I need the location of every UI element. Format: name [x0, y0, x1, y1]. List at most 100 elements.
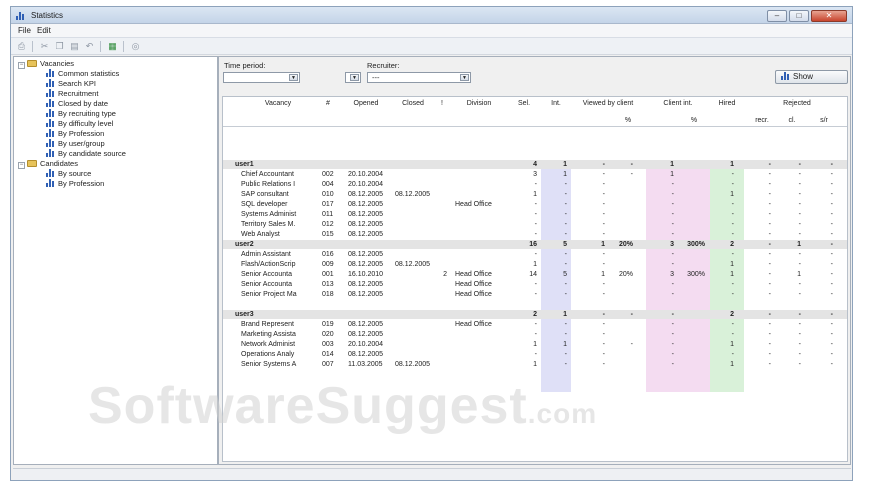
paste-icon[interactable]: ▤: [69, 41, 80, 52]
cell-opened: 08.12.2005: [348, 321, 384, 328]
cell-viewed: -: [602, 251, 605, 258]
table-row[interactable]: Senior Project Ma 018 08.12.2005 Head Offic…: [223, 290, 847, 299]
excel-export-icon[interactable]: ▦: [107, 41, 118, 52]
tree-node-candidates[interactable]: − Candidates: [18, 159, 78, 169]
tree-item-common-statistics[interactable]: Common statistics: [46, 69, 119, 79]
cell-opened: 08.12.2005: [348, 261, 384, 268]
tree-item-label: By difficulty level: [58, 119, 114, 128]
tree-item-by-candidate-source[interactable]: By candidate source: [46, 149, 126, 159]
group-total-viewed: 1: [601, 241, 605, 248]
cell-num: 010: [322, 191, 334, 198]
collapse-icon[interactable]: −: [18, 162, 25, 169]
cell-recr: -: [768, 321, 771, 328]
tree-item-closed-by-date[interactable]: Closed by date: [46, 99, 108, 109]
header-rejected-recr: recr.: [755, 117, 769, 124]
group-row-user1[interactable]: user1 4 1 - - 1 1 - - -: [223, 160, 847, 169]
cell-cl: -: [798, 361, 801, 368]
table-row[interactable]: Territory Sales M. 012 08.12.2005 - - - - - - - -: [223, 220, 847, 229]
chevron-down-icon[interactable]: ▼: [350, 74, 359, 81]
header-hired[interactable]: Hired: [710, 100, 744, 108]
cell-sel: -: [534, 231, 537, 238]
help-icon[interactable]: ◎: [130, 41, 141, 52]
group-row-user3[interactable]: user3 2 1 - - - 2 - - -: [223, 310, 847, 319]
cell-cl: -: [798, 251, 801, 258]
chart-icon: [46, 179, 55, 187]
table-row[interactable]: Chief Accountant 002 20.10.2004 3 1 - - 1 - - - -: [223, 170, 847, 179]
date-picker[interactable]: ▼: [345, 72, 361, 83]
minimize-button[interactable]: –: [767, 10, 787, 22]
header-priority[interactable]: !: [437, 100, 447, 108]
table-row[interactable]: Flash/ActionScrip 009 08.12.2005 08.12.2005…: [223, 260, 847, 269]
header-interviewed[interactable]: Int.: [543, 100, 569, 108]
copy-icon[interactable]: ❐: [54, 41, 65, 52]
tree-item-candidates-by-profession[interactable]: By Profession: [46, 179, 104, 189]
table-row[interactable]: Operations Analy 014 08.12.2005 - - - - - - - -: [223, 350, 847, 359]
cell-num: 012: [322, 221, 334, 228]
tree-item-by-profession[interactable]: By Profession: [46, 129, 104, 139]
cell-sel: -: [534, 291, 537, 298]
cell-opened: 08.12.2005: [348, 191, 384, 198]
chevron-down-icon[interactable]: ▼: [289, 74, 298, 81]
table-row[interactable]: Brand Represent 019 08.12.2005 Head Office -…: [223, 320, 847, 329]
cell-division: Head Office: [455, 291, 492, 298]
maximize-button[interactable]: □: [789, 10, 809, 22]
menu-edit[interactable]: Edit: [37, 26, 51, 35]
table-row[interactable]: Senior Accounta 001 16.10.2010 2 Head Office…: [223, 270, 847, 279]
undo-icon[interactable]: ↶: [84, 41, 95, 52]
header-selected[interactable]: Sel.: [509, 100, 539, 108]
time-period-label: Time period:: [224, 61, 266, 70]
print-icon[interactable]: ⎙: [16, 41, 27, 52]
table-row[interactable]: Network Administ 003 20.10.2004 1 1 - - - 1 - - -: [223, 340, 847, 349]
recruiter-select[interactable]: --- ▼: [367, 72, 471, 83]
cell-recr: -: [768, 361, 771, 368]
show-button[interactable]: Show: [775, 70, 848, 84]
cut-icon[interactable]: ✂: [39, 41, 50, 52]
tree-item-by-source[interactable]: By source: [46, 169, 91, 179]
table-row[interactable]: Public Relations I 004 20.10.2004 - - - - - - - -: [223, 180, 847, 189]
chevron-down-icon[interactable]: ▼: [460, 74, 469, 81]
cell-cl: -: [798, 261, 801, 268]
cell-opened: 08.12.2005: [348, 331, 384, 338]
header-opened[interactable]: Opened: [343, 100, 389, 108]
tree-item-recruitment[interactable]: Recruitment: [46, 89, 98, 99]
time-period-select[interactable]: ▼: [223, 72, 300, 83]
header-division[interactable]: Division: [453, 100, 505, 108]
header-viewed-by-client[interactable]: Viewed by client: [573, 100, 643, 108]
group-row-user2[interactable]: user2 16 5 1 20% 3 300% 2 - 1 -: [223, 240, 847, 249]
table-row[interactable]: Systems Administ 011 08.12.2005 - - - - - - - -: [223, 210, 847, 219]
cell-sel: 1: [533, 361, 537, 368]
table-row[interactable]: Web Analyst 015 08.12.2005 - - - - - - - -: [223, 230, 847, 239]
chart-icon: [46, 109, 55, 117]
header-client-int[interactable]: Client int.: [646, 100, 710, 108]
toolbar-separator: [100, 41, 101, 52]
group-total-sr: -: [830, 241, 833, 248]
menu-file[interactable]: File: [18, 26, 31, 35]
header-rejected[interactable]: Rejected: [747, 100, 847, 108]
table-row[interactable]: Senior Systems A 007 11.03.2005 08.12.2005 1…: [223, 360, 847, 369]
header-closed[interactable]: Closed: [391, 100, 435, 108]
table-row[interactable]: SQL developer 017 08.12.2005 Head Office - - -…: [223, 200, 847, 209]
cell-recr: -: [768, 211, 771, 218]
close-button[interactable]: ✕: [811, 10, 847, 22]
cell-sel: -: [534, 331, 537, 338]
table-row[interactable]: Senior Accounta 013 08.12.2005 Head Office -…: [223, 280, 847, 289]
tree-item-label: By candidate source: [58, 149, 126, 158]
group-total-sr: -: [830, 311, 833, 318]
tree-item-by-user-group[interactable]: By user/group: [46, 139, 105, 149]
tree-item-by-difficulty-level[interactable]: By difficulty level: [46, 119, 113, 129]
tree-item-search-kpi[interactable]: Search KPI: [46, 79, 96, 89]
table-row[interactable]: Admin Assistant 016 08.12.2005 - - - - - - - -: [223, 250, 847, 259]
cell-num: 004: [322, 181, 334, 188]
collapse-icon[interactable]: −: [18, 62, 25, 69]
header-vacancy[interactable]: Vacancy: [243, 100, 313, 108]
cell-opened: 11.03.2005: [348, 361, 383, 368]
table-row[interactable]: SAP consultant 010 08.12.2005 08.12.2005 1 - -…: [223, 190, 847, 199]
header-number[interactable]: #: [319, 100, 337, 108]
cell-hired: -: [731, 351, 734, 358]
table-row[interactable]: Marketing Assista 020 08.12.2005 - - - - - - - -: [223, 330, 847, 339]
group-total-hired: 1: [730, 161, 734, 168]
tree-item-by-recruiting-type[interactable]: By recruiting type: [46, 109, 116, 119]
tree-node-vacancies[interactable]: − Vacancies: [18, 59, 74, 69]
group-total-sel: 2: [533, 311, 537, 318]
cell-recr: -: [768, 251, 771, 258]
